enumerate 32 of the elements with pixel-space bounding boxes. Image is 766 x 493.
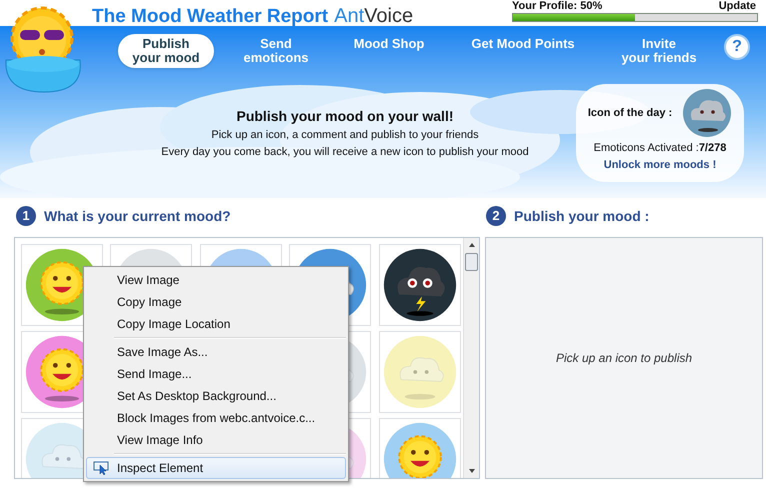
scroll-thumb[interactable] xyxy=(465,253,478,271)
menu-item[interactable]: Set As Desktop Background... xyxy=(86,385,346,407)
icon-of-day-label: Icon of the day : xyxy=(588,106,672,121)
step-number: 2 xyxy=(486,206,506,226)
menu-item[interactable]: View Image Info xyxy=(86,429,346,451)
update-link[interactable]: Update xyxy=(718,0,758,12)
emoticons-activated-text: Emoticons Activated :7/278 xyxy=(594,141,726,156)
scrollbar[interactable] xyxy=(463,238,479,478)
hero-title: Publish your mood on your wall! xyxy=(236,107,454,126)
cloud-face-icon xyxy=(682,88,732,138)
menu-item[interactable]: Save Image As... xyxy=(86,341,346,363)
hero-text: Pick up an icon, a comment and publish to your friends xyxy=(211,128,479,143)
menu-item[interactable]: Copy Image Location xyxy=(86,313,346,335)
menu-item[interactable]: Inspect Element xyxy=(86,457,346,479)
nav-tab[interactable]: Publish your mood xyxy=(118,34,214,68)
step-title: Publish your mood : xyxy=(514,206,650,226)
scroll-up-icon[interactable] xyxy=(468,241,476,249)
scroll-down-icon[interactable] xyxy=(468,467,476,475)
menu-item[interactable]: Block Images from webc.antvoice.c... xyxy=(86,407,346,429)
app-title: The Mood Weather Report xyxy=(92,5,328,29)
menu-item[interactable]: View Image xyxy=(86,269,346,291)
step-number: 1 xyxy=(16,206,36,226)
hero-text: Every day you come back, you will receive a new icon to publish your mood xyxy=(161,145,529,160)
step-title: What is your current mood? xyxy=(44,206,231,226)
menu-item[interactable]: Copy Image xyxy=(86,291,346,313)
publish-hint-text: Pick up an icon to publish xyxy=(556,350,692,367)
cursor-icon xyxy=(93,461,111,475)
menu-item[interactable]: Send Image... xyxy=(86,363,346,385)
profile-label: Your Profile: 50% xyxy=(512,0,602,12)
unlock-moods-link[interactable]: Unlock more moods ! xyxy=(604,156,716,173)
help-button[interactable]: ? xyxy=(724,34,750,60)
brand-logo: AntVoice xyxy=(334,4,414,29)
